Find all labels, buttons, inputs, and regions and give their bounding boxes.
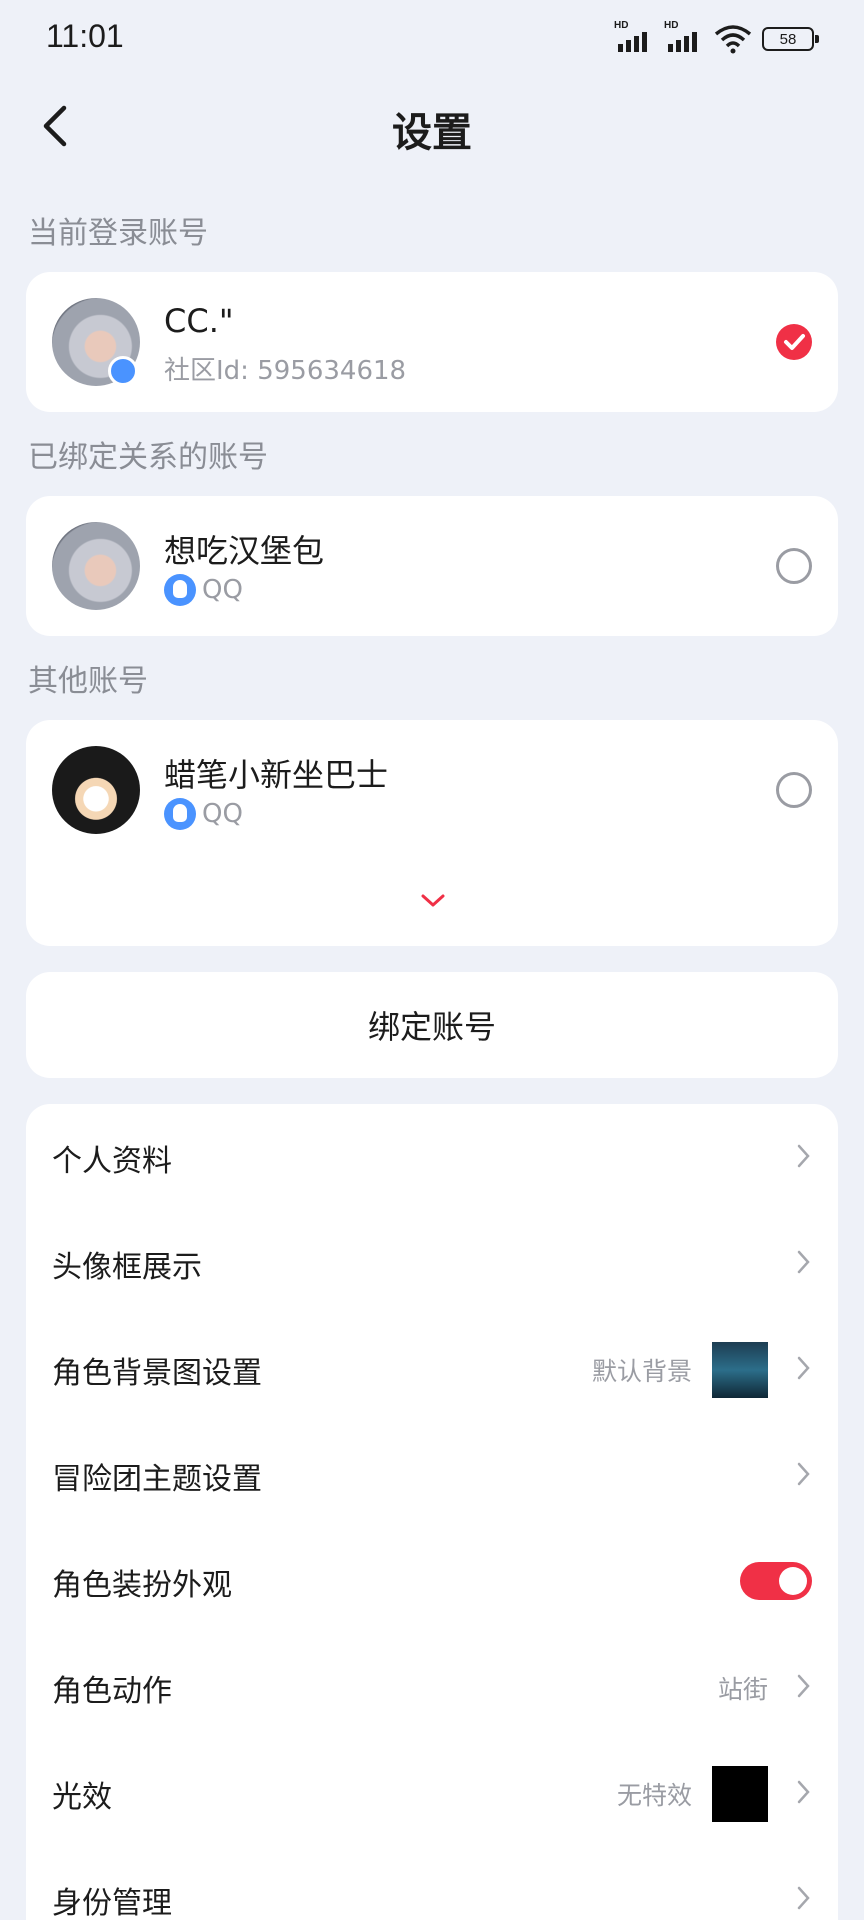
background-thumbnail: [712, 1342, 768, 1398]
hd-label: HD: [614, 20, 629, 31]
account-name: CC.": [164, 302, 234, 340]
settings-item-label: 角色背景图设置: [52, 1356, 262, 1391]
settings-item-label: 身份管理: [52, 1886, 172, 1920]
selected-check-icon[interactable]: [776, 324, 812, 360]
status-bar: 11:01 HD HD 58: [0, 0, 864, 80]
settings-item-label: 角色装扮外观: [52, 1568, 232, 1603]
settings-item-outfit-appearance: 角色装扮外观: [26, 1528, 838, 1634]
account-platform: QQ: [164, 574, 243, 606]
settings-item-identity[interactable]: 身份管理: [26, 1846, 838, 1920]
battery-icon: 58: [762, 27, 819, 51]
battery-level: 58: [779, 30, 797, 48]
avatar: [52, 522, 140, 610]
chevron-right-icon: [797, 1674, 810, 1698]
wifi-icon: [714, 25, 752, 54]
settings-item-light-effect[interactable]: 光效 无特效: [26, 1740, 838, 1846]
settings-item-label: 冒险团主题设置: [52, 1462, 262, 1497]
chevron-right-icon: [797, 1462, 810, 1486]
page-title: 设置: [392, 110, 472, 156]
settings-item-avatar-frame[interactable]: 头像框展示: [26, 1210, 838, 1316]
settings-item-profile[interactable]: 个人资料: [26, 1104, 838, 1210]
settings-list: 个人资料 头像框展示 角色背景图设置 默认背景 冒险团主题设置 角色装扮外观 角…: [26, 1104, 838, 1920]
current-account-row[interactable]: CC." 社区Id: 595634618: [26, 272, 838, 412]
settings-item-label: 个人资料: [52, 1144, 172, 1179]
community-id: 社区Id: 595634618: [164, 356, 407, 386]
chevron-right-icon: [797, 1356, 810, 1380]
cellular-signal-icon-2: HD: [664, 20, 704, 54]
platform-label: QQ: [202, 799, 243, 829]
settings-item-adventure-theme[interactable]: 冒险团主题设置: [26, 1422, 838, 1528]
outfit-appearance-toggle[interactable]: [740, 1562, 812, 1600]
status-time: 11:01: [46, 18, 124, 54]
settings-item-value: 站街: [717, 1675, 768, 1704]
settings-item-character-action[interactable]: 角色动作 站街: [26, 1634, 838, 1740]
settings-item-value: 默认背景: [591, 1357, 692, 1386]
account-platform: QQ: [164, 798, 243, 830]
bound-accounts-card: 想吃汉堡包 QQ: [26, 496, 838, 636]
chevron-right-icon: [797, 1250, 810, 1274]
select-radio[interactable]: [776, 548, 812, 584]
qq-badge-icon: [108, 356, 138, 386]
other-accounts-card: 蜡笔小新坐巴士 QQ: [26, 720, 838, 946]
chevron-down-icon[interactable]: [420, 892, 446, 910]
hd-label-2: HD: [664, 20, 679, 31]
account-name: 想吃汉堡包: [164, 532, 325, 570]
avatar: [52, 746, 140, 834]
account-name: 蜡笔小新坐巴士: [164, 756, 389, 794]
settings-item-label: 光效: [52, 1780, 112, 1815]
chevron-right-icon: [797, 1886, 810, 1910]
other-account-row[interactable]: 蜡笔小新坐巴士 QQ: [26, 720, 838, 860]
other-accounts-label: 其他账号: [28, 664, 148, 699]
current-account-label: 当前登录账号: [28, 216, 208, 251]
settings-item-character-background[interactable]: 角色背景图设置 默认背景: [26, 1316, 838, 1422]
cellular-signal-icon: HD: [614, 20, 654, 54]
status-icons: HD HD 58: [614, 20, 819, 54]
chevron-right-icon: [797, 1144, 810, 1168]
bind-account-button[interactable]: 绑定账号: [26, 972, 838, 1078]
effect-thumbnail: [712, 1766, 768, 1822]
bound-accounts-label: 已绑定关系的账号: [28, 440, 268, 475]
platform-label: QQ: [202, 575, 243, 605]
chevron-right-icon: [797, 1780, 810, 1804]
bound-account-row[interactable]: 想吃汉堡包 QQ: [26, 496, 838, 636]
current-account-card[interactable]: CC." 社区Id: 595634618: [26, 272, 838, 412]
settings-item-label: 头像框展示: [52, 1250, 202, 1285]
settings-item-label: 角色动作: [52, 1674, 172, 1709]
qq-icon: [164, 798, 196, 830]
select-radio[interactable]: [776, 772, 812, 808]
qq-icon: [164, 574, 196, 606]
settings-item-value: 无特效: [616, 1781, 692, 1810]
